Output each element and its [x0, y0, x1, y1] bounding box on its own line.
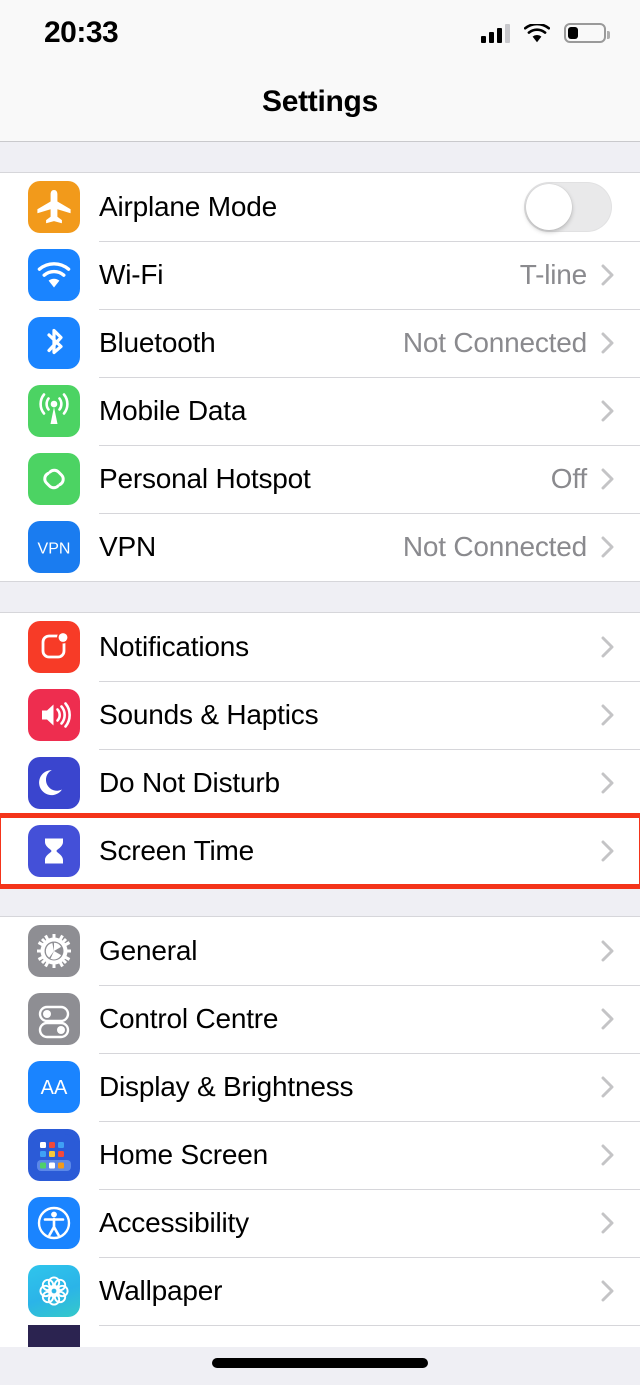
settings-row-value: Off	[550, 463, 587, 494]
svg-text:AA: AA	[41, 1077, 68, 1099]
settings-row-bluetooth[interactable]: Bluetooth Not Connected	[0, 309, 640, 377]
settings-group-system: General Control Centre AA Display & Brig…	[0, 916, 640, 1347]
settings-row-screen-time[interactable]: Screen Time	[0, 813, 640, 889]
chevron-right-icon	[601, 468, 614, 490]
chevron-right-icon	[601, 940, 614, 962]
navigation-bar: Settings	[0, 62, 640, 142]
settings-row-label: Control Centre	[99, 1003, 279, 1034]
settings-row-label: Do Not Disturb	[99, 767, 280, 798]
cellular-bars-icon	[481, 23, 510, 43]
status-bar: 20:33	[0, 0, 640, 62]
settings-row-label: Bluetooth	[99, 327, 216, 358]
chevron-right-icon	[601, 332, 614, 354]
settings-row-label: Accessibility	[99, 1207, 249, 1238]
settings-row-value: T-line	[519, 259, 587, 290]
settings-row-mobile-data[interactable]: Mobile Data	[0, 377, 640, 445]
chevron-right-icon	[601, 1212, 614, 1234]
gear-icon	[28, 925, 80, 977]
home-indicator[interactable]	[212, 1358, 428, 1368]
notifications-icon	[28, 621, 80, 673]
settings-row-label: Wi-Fi	[99, 259, 164, 290]
chevron-right-icon	[601, 704, 614, 726]
sliders-icon	[28, 993, 80, 1045]
settings-row-vpn[interactable]: VPN VPN Not Connected	[0, 513, 640, 581]
settings-row-label: Sounds & Haptics	[99, 699, 319, 730]
settings-group-connectivity: Airplane Mode Wi-Fi T-line Bluetooth Not…	[0, 172, 640, 582]
settings-row-label: VPN	[99, 531, 156, 562]
settings-list[interactable]: Airplane Mode Wi-Fi T-line Bluetooth Not…	[0, 142, 640, 1385]
app-grid-icon	[28, 1129, 80, 1181]
airplane-icon	[28, 181, 80, 233]
settings-row-label: Airplane Mode	[99, 191, 277, 222]
settings-row-wifi[interactable]: Wi-Fi T-line	[0, 241, 640, 309]
settings-row-general[interactable]: General	[0, 917, 640, 985]
chevron-right-icon	[601, 1144, 614, 1166]
bluetooth-icon	[28, 317, 80, 369]
status-bar-clock: 20:33	[44, 16, 119, 49]
settings-row-sounds-haptics[interactable]: Sounds & Haptics	[0, 681, 640, 749]
settings-row-control-centre[interactable]: Control Centre	[0, 985, 640, 1053]
group-spacer	[0, 886, 640, 916]
settings-row-value: Not Connected	[402, 327, 587, 358]
group-spacer	[0, 582, 640, 612]
settings-row-label: General	[99, 935, 198, 966]
settings-row-wallpaper[interactable]: Wallpaper	[0, 1257, 640, 1325]
wifi-icon	[28, 249, 80, 301]
chevron-right-icon	[601, 400, 614, 422]
vpn-icon: VPN	[28, 521, 80, 573]
list-top-spacer	[0, 142, 640, 172]
settings-row-label: Wallpaper	[99, 1275, 223, 1306]
page-title: Settings	[262, 84, 378, 118]
aa-text-icon: AA	[28, 1061, 80, 1113]
settings-row-label: Display & Brightness	[99, 1071, 354, 1102]
battery-icon	[564, 23, 610, 43]
hourglass-icon	[28, 825, 80, 877]
settings-row-home-screen[interactable]: Home Screen	[0, 1121, 640, 1189]
settings-row-label: Home Screen	[99, 1139, 268, 1170]
speaker-icon	[28, 689, 80, 741]
settings-row-label: Screen Time	[99, 835, 254, 866]
settings-row-do-not-disturb[interactable]: Do Not Disturb	[0, 749, 640, 817]
settings-row-airplane-mode[interactable]: Airplane Mode	[0, 173, 640, 241]
moon-icon	[28, 757, 80, 809]
svg-text:VPN: VPN	[38, 541, 71, 558]
status-bar-indicators	[481, 22, 610, 43]
chevron-right-icon	[601, 1076, 614, 1098]
settings-row-notifications[interactable]: Notifications	[0, 613, 640, 681]
chevron-right-icon	[601, 264, 614, 286]
chevron-right-icon	[601, 636, 614, 658]
airplane-mode-toggle[interactable]	[524, 182, 612, 232]
siri-icon	[28, 1325, 80, 1347]
settings-row-label: Personal Hotspot	[99, 463, 311, 494]
settings-row-label: Notifications	[99, 631, 249, 662]
settings-row-accessibility[interactable]: Accessibility	[0, 1189, 640, 1257]
accessibility-icon	[28, 1197, 80, 1249]
chevron-right-icon	[601, 772, 614, 794]
settings-row-partial-next[interactable]	[0, 1325, 640, 1347]
antenna-icon	[28, 385, 80, 437]
settings-row-personal-hotspot[interactable]: Personal Hotspot Off	[0, 445, 640, 513]
chevron-right-icon	[601, 536, 614, 558]
wifi-icon	[523, 22, 551, 43]
settings-group-alerts: Notifications Sounds & Haptics Do Not Di…	[0, 612, 640, 889]
settings-row-value: Not Connected	[402, 531, 587, 562]
hotspot-link-icon	[28, 453, 80, 505]
settings-row-label: Mobile Data	[99, 395, 247, 426]
flower-icon	[28, 1265, 80, 1317]
iphone-settings-screen: 20:33 Settings Airplane Mode Wi-Fi T-lin…	[0, 0, 640, 1385]
chevron-right-icon	[601, 1280, 614, 1302]
chevron-right-icon	[601, 840, 614, 862]
settings-row-display-brightness[interactable]: AA Display & Brightness	[0, 1053, 640, 1121]
chevron-right-icon	[601, 1008, 614, 1030]
